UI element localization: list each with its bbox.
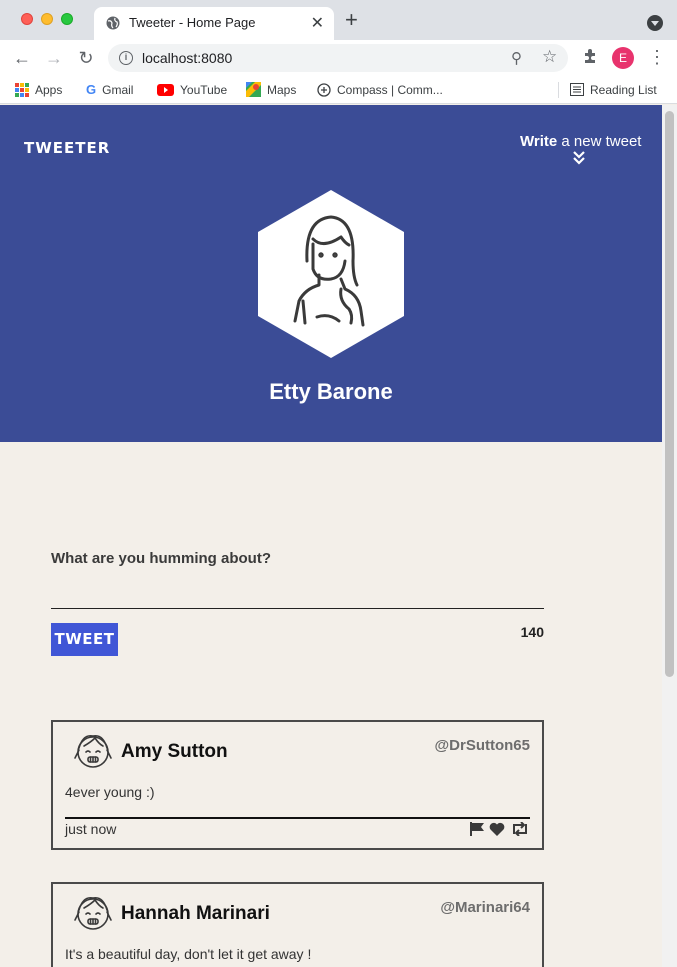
url-text[interactable]: localhost:8080 <box>142 50 232 66</box>
double-chevron-down-icon[interactable] <box>572 151 586 165</box>
site-header: TWEETER Write a new tweet Etty Barone <box>0 105 662 442</box>
reload-icon[interactable]: ↻ <box>76 48 96 68</box>
page-viewport: TWEETER Write a new tweet Etty Barone Wh… <box>0 105 662 967</box>
new-tab-button[interactable]: + <box>345 9 358 31</box>
bookmark-maps[interactable]: Maps <box>246 82 296 98</box>
site-info-icon[interactable]: i <box>119 51 133 65</box>
avatar <box>74 734 112 768</box>
browser-tab[interactable]: Tweeter - Home Page ✕ <box>94 7 334 40</box>
close-window-button[interactable] <box>21 13 33 25</box>
reading-list-button[interactable]: Reading List <box>570 82 657 97</box>
tweet-author-handle: @DrSutton65 <box>434 737 530 754</box>
avatar <box>74 896 112 930</box>
google-icon: G <box>86 82 97 98</box>
bookmark-youtube[interactable]: YouTube <box>157 82 227 97</box>
back-icon[interactable]: ← <box>12 48 32 68</box>
bookmark-apps[interactable]: Apps <box>15 82 62 97</box>
compose-label: What are you humming about? <box>51 550 271 567</box>
bookmark-compass[interactable]: Compass | Comm... <box>317 82 443 97</box>
maps-icon <box>246 82 261 98</box>
tweet-actions <box>470 822 530 836</box>
site-logo[interactable]: TWEETER <box>24 139 110 157</box>
tweet-text: 4ever young :) <box>65 784 155 800</box>
browser-toolbar: ← → ↻ i localhost:8080 ⚲ ☆ E ⋮ <box>0 40 677 76</box>
bookmarks-bar: Apps G Gmail YouTube Maps Compass | Comm.… <box>0 76 677 104</box>
compose-textarea[interactable] <box>51 608 544 609</box>
profile-avatar[interactable]: E <box>612 47 634 69</box>
page-scrollbar[interactable] <box>662 105 677 967</box>
flag-icon[interactable] <box>470 822 486 836</box>
bookmark-gmail[interactable]: G Gmail <box>86 82 133 97</box>
tweet-author-name: Amy Sutton <box>121 741 228 762</box>
scrollbar-thumb[interactable] <box>665 111 674 677</box>
tweet-author-handle: @Marinari64 <box>440 899 530 916</box>
browser-tab-bar: Tweeter - Home Page ✕ + <box>0 0 677 40</box>
tab-title: Tweeter - Home Page <box>129 15 256 30</box>
tab-search-icon[interactable] <box>647 15 663 31</box>
bookmark-star-icon[interactable]: ☆ <box>542 47 557 67</box>
minimize-window-button[interactable] <box>41 13 53 25</box>
character-counter: 140 <box>520 624 544 640</box>
tweet-card: Hannah Marinari @Marinari64 It's a beaut… <box>51 882 544 967</box>
forward-icon[interactable]: → <box>44 48 64 68</box>
globe-icon <box>106 16 120 30</box>
tweet-author-name: Hannah Marinari <box>121 903 270 924</box>
extensions-icon[interactable] <box>582 48 598 64</box>
tweet-card: Amy Sutton @DrSutton65 4ever young :) ju… <box>51 720 544 850</box>
tweet-timestamp: just now <box>65 821 117 837</box>
profile-avatar-hexagon <box>258 190 404 358</box>
zoom-icon[interactable]: ⚲ <box>511 49 522 67</box>
bookmarks-divider <box>558 82 559 98</box>
reading-list-icon <box>570 83 584 97</box>
youtube-icon <box>157 83 174 96</box>
heart-icon[interactable] <box>489 822 505 836</box>
apps-grid-icon <box>15 82 29 97</box>
write-new-tweet-link[interactable]: Write a new tweet <box>520 133 641 150</box>
address-bar[interactable]: i localhost:8080 ⚲ ☆ <box>108 44 568 72</box>
compass-icon <box>317 83 331 97</box>
retweet-icon[interactable] <box>510 822 530 836</box>
profile-user-name: Etty Barone <box>269 379 393 404</box>
browser-menu-icon[interactable]: ⋮ <box>648 47 666 67</box>
close-tab-icon[interactable]: ✕ <box>311 13 324 33</box>
maximize-window-button[interactable] <box>61 13 73 25</box>
tweet-text: It's a beautiful day, don't let it get a… <box>65 946 312 962</box>
tweet-button[interactable]: TWEET <box>51 623 118 656</box>
tweet-divider <box>65 817 530 819</box>
